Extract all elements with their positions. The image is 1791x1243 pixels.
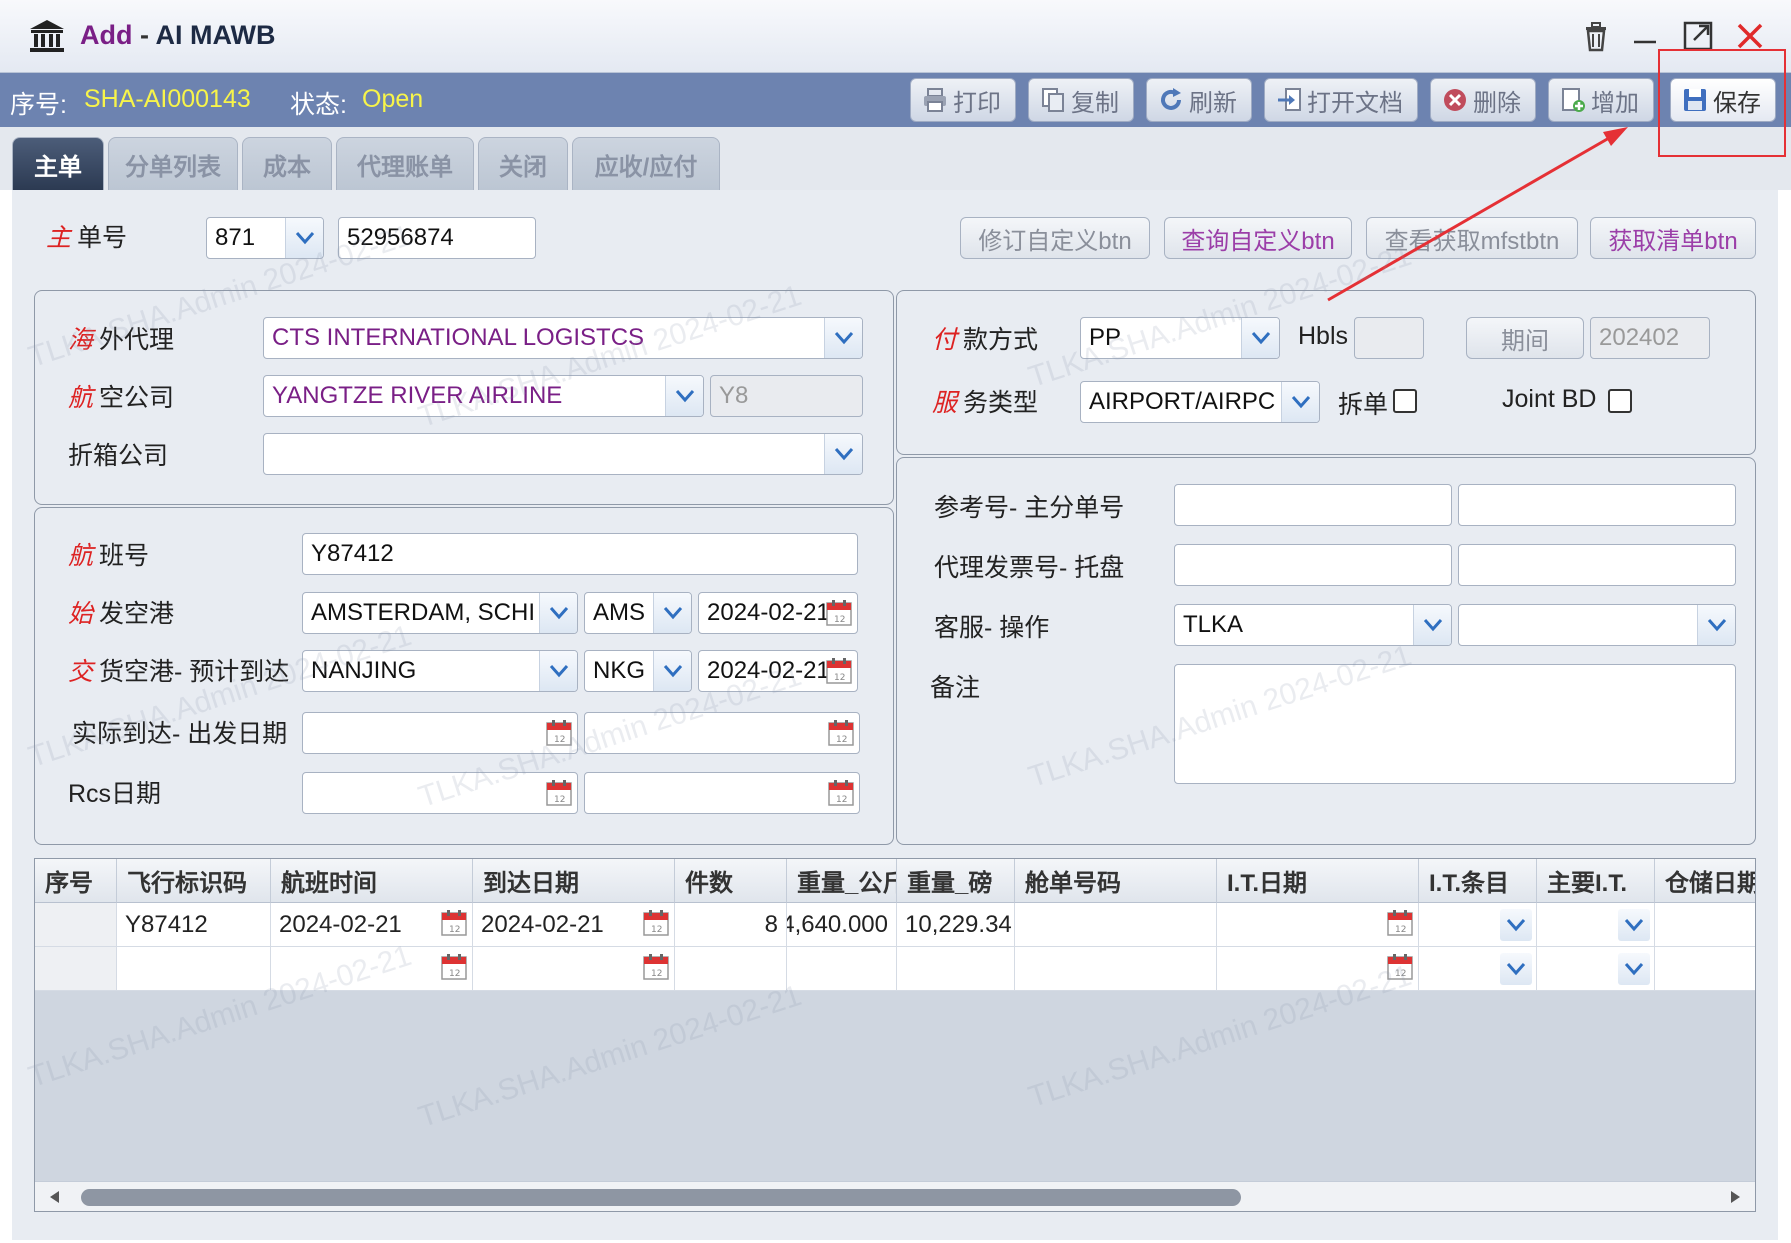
annotation-arrow <box>1327 127 1628 302</box>
